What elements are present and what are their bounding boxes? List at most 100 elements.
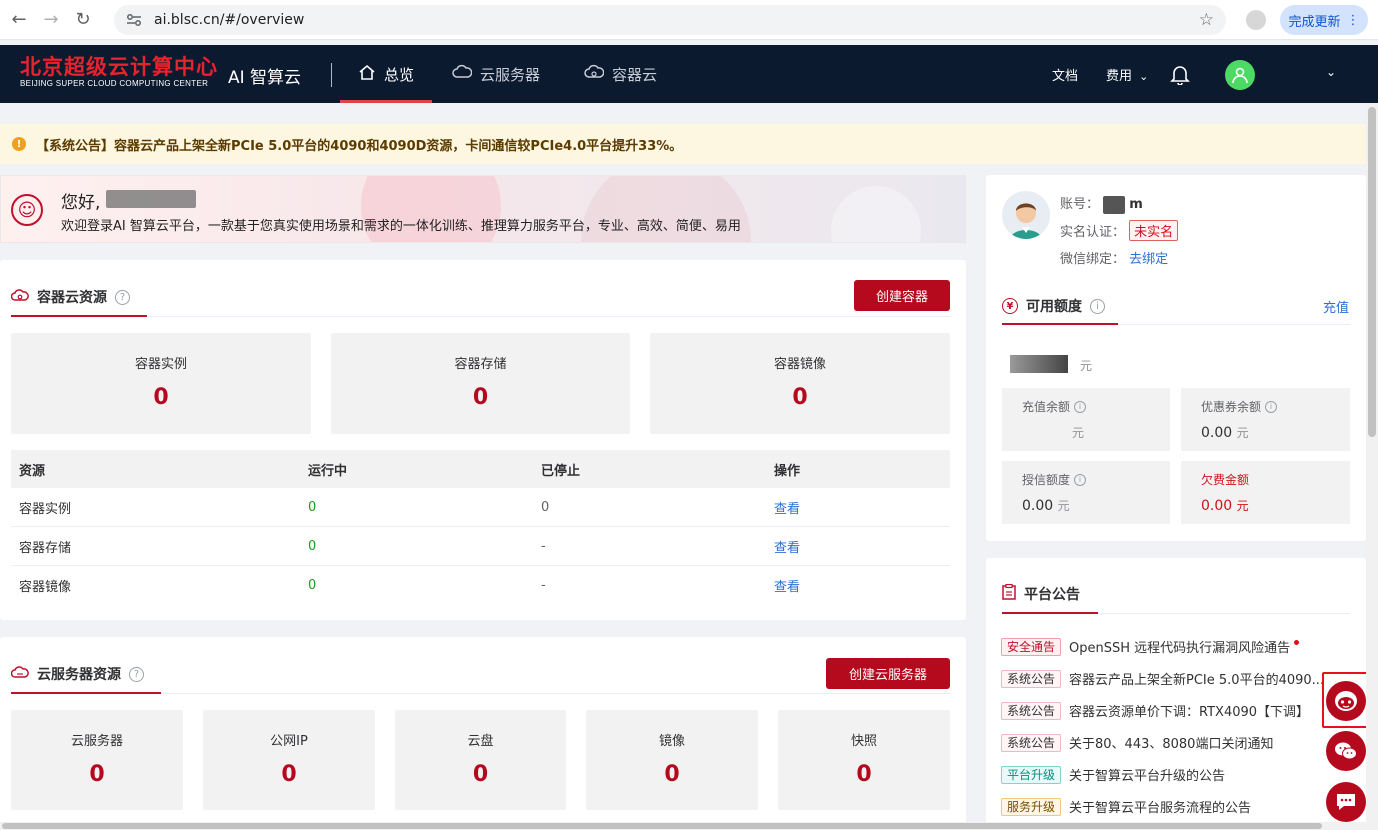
- unread-dot: [1294, 640, 1300, 645]
- tab-cloud-server[interactable]: 云服务器: [452, 45, 540, 103]
- quota-label-text: 充值余额: [1022, 400, 1071, 414]
- cloud-server-resources-title: 云服务器资源 ?: [10, 664, 144, 684]
- back-icon[interactable]: ←: [6, 7, 32, 33]
- stat-value: 0: [472, 762, 489, 787]
- vertical-scrollbar[interactable]: [1366, 103, 1378, 830]
- wechat-row: 微信绑定： 去绑定: [1060, 248, 1168, 267]
- url-text[interactable]: ai.blsc.cn/#/overview: [154, 12, 304, 28]
- info-icon[interactable]: i: [1074, 473, 1087, 486]
- home-icon: [358, 64, 376, 85]
- bookmark-star-icon[interactable]: ☆: [1199, 10, 1214, 30]
- announcement-text: 关于80、443、8080端口关闭通知: [1069, 737, 1274, 752]
- realname-status-badge[interactable]: 未实名: [1129, 220, 1179, 241]
- announcement-item[interactable]: 服务升级 关于智算云平台服务流程的公告: [1001, 797, 1251, 816]
- browser-toolbar: ← → ↻ ai.blsc.cn/#/overview ☆ 完成更新 ⋮: [0, 0, 1378, 40]
- stat-label: 云服务器: [70, 734, 123, 749]
- view-link[interactable]: 查看: [766, 537, 950, 556]
- recharge-link[interactable]: 充值: [1323, 297, 1349, 316]
- announcement-item[interactable]: 系统公告 容器云产品上架全新PCIe 5.0平台的4090...: [1001, 669, 1341, 688]
- browser-update-button[interactable]: 完成更新 ⋮: [1280, 5, 1368, 35]
- tab-container-cloud-label: 容器云: [612, 65, 658, 84]
- tab-overview-label: 总览: [383, 65, 414, 84]
- scrollbar-thumb[interactable]: [2, 823, 1322, 829]
- wechat-button[interactable]: [1326, 731, 1366, 771]
- forward-icon[interactable]: →: [38, 7, 64, 33]
- reload-icon[interactable]: ↻: [70, 7, 96, 33]
- account-row: 账号： m: [1060, 193, 1143, 214]
- chat-message-button[interactable]: [1326, 782, 1366, 822]
- quota-value: 元: [1072, 424, 1084, 441]
- create-cloud-server-button[interactable]: 创建云服务器: [826, 658, 950, 689]
- table-row: 容器镜像 0 - 查看: [11, 566, 950, 605]
- app-header: 北京超级云计算中心 BEIJING SUPER CLOUD COMPUTING …: [0, 45, 1378, 103]
- fees-menu[interactable]: 费用 ⌄: [1106, 65, 1148, 84]
- quota-recharge-balance: 充值余额 i 元: [1002, 388, 1170, 451]
- tab-overview[interactable]: 总览: [340, 45, 432, 103]
- quota-label-text: 授信额度: [1022, 473, 1071, 487]
- account-redacted: [1103, 195, 1126, 214]
- stat-cloud-disk[interactable]: 云盘 0: [395, 710, 566, 810]
- quota-arrears: 欠费金额 0.00 元: [1181, 461, 1350, 524]
- user-name-redacted: [1260, 67, 1310, 85]
- quota-unit: 元: [1236, 499, 1249, 513]
- create-container-button[interactable]: 创建容器: [854, 280, 950, 311]
- help-icon[interactable]: ?: [115, 289, 130, 305]
- announcement-tag: 系统公告: [1001, 733, 1062, 752]
- document-icon: [1002, 583, 1016, 604]
- horizontal-scrollbar[interactable]: [0, 822, 1366, 830]
- view-link[interactable]: 查看: [766, 498, 950, 517]
- stat-label: 公网IP: [270, 734, 308, 749]
- stat-value: 0: [89, 762, 105, 787]
- stat-container-storage[interactable]: 容器存储 0: [331, 333, 630, 434]
- info-icon[interactable]: i: [1265, 400, 1278, 413]
- system-notice-bar: ! 【系统公告】容器云产品上架全新PCIe 5.0平台的4090和4090D资源…: [0, 124, 1366, 164]
- stat-value: 0: [664, 762, 680, 787]
- info-icon[interactable]: i: [1090, 298, 1105, 314]
- tab-container-cloud[interactable]: 容器云: [584, 45, 657, 103]
- address-bar[interactable]: ai.blsc.cn/#/overview ☆: [114, 5, 1226, 35]
- stat-public-ip[interactable]: 公网IP 0: [203, 710, 375, 810]
- account-suffix: m: [1129, 197, 1143, 212]
- info-icon[interactable]: i: [1074, 400, 1087, 413]
- stat-images[interactable]: 镜像 0: [586, 710, 758, 810]
- quota-value: 0.00 元: [1201, 497, 1249, 514]
- ai-assistant-button[interactable]: [1326, 681, 1366, 721]
- quota-unit: 元: [1236, 426, 1249, 440]
- announcements-title-text: 平台公告: [1024, 587, 1080, 603]
- logo[interactable]: 北京超级云计算中心 BEIJING SUPER CLOUD COMPUTING …: [20, 55, 218, 89]
- scrollbar-thumb[interactable]: [1368, 107, 1376, 437]
- bind-wechat-link[interactable]: 去绑定: [1129, 252, 1168, 267]
- announcement-item[interactable]: 系统公告 关于80、443、8080端口关闭通知: [1001, 733, 1273, 752]
- stat-label: 云盘: [467, 734, 494, 749]
- stat-cloud-servers[interactable]: 云服务器 0: [11, 710, 183, 810]
- stat-container-images[interactable]: 容器镜像 0: [650, 333, 950, 434]
- help-icon[interactable]: ?: [129, 666, 144, 682]
- docs-link[interactable]: 文档: [1052, 65, 1078, 84]
- chevron-down-icon: ⌄: [1139, 70, 1149, 83]
- quota-value: 0.00 元: [1201, 424, 1249, 441]
- quota-coupon-balance: 优惠券余额 i 0.00 元: [1181, 388, 1350, 451]
- account-card: 账号： m 实名认证： 未实名 微信绑定： 去绑定 ¥ 可用额度 i 充值 元 …: [986, 175, 1366, 541]
- container-cloud-icon: [10, 287, 29, 307]
- system-notice-text[interactable]: 【系统公告】容器云产品上架全新PCIe 5.0平台的4090和4090D资源，卡…: [36, 135, 682, 154]
- table-row: 容器存储 0 - 查看: [11, 527, 950, 566]
- user-menu-chevron-icon[interactable]: ⌄: [1326, 65, 1336, 79]
- user-avatar[interactable]: [1225, 60, 1255, 90]
- chat-bubble-icon: [1337, 794, 1355, 810]
- announcement-item[interactable]: 平台升级 关于智算云平台升级的公告: [1001, 765, 1225, 784]
- announcement-text: 容器云资源单价下调：RTX4090【下调】: [1069, 705, 1310, 720]
- browser-profile-icon[interactable]: [1246, 10, 1266, 30]
- view-link[interactable]: 查看: [766, 576, 950, 595]
- site-settings-icon[interactable]: [126, 11, 144, 29]
- amount-unit: 元: [1080, 359, 1093, 373]
- announcement-text: 容器云产品上架全新PCIe 5.0平台的4090...: [1069, 673, 1325, 688]
- title-divider: [11, 316, 950, 317]
- realname-label: 实名认证：: [1060, 225, 1126, 240]
- stat-snapshots[interactable]: 快照 0: [778, 710, 950, 810]
- announcement-item[interactable]: 安全通告 OpenSSH 远程代码执行漏洞风险通告: [1001, 637, 1300, 656]
- announcement-item[interactable]: 系统公告 容器云资源单价下调：RTX4090【下调】: [1001, 701, 1331, 720]
- cell-running: 0: [308, 578, 317, 593]
- bell-icon[interactable]: [1170, 63, 1190, 86]
- account-label: 账号：: [1060, 197, 1100, 212]
- stat-container-instances[interactable]: 容器实例 0: [11, 333, 311, 434]
